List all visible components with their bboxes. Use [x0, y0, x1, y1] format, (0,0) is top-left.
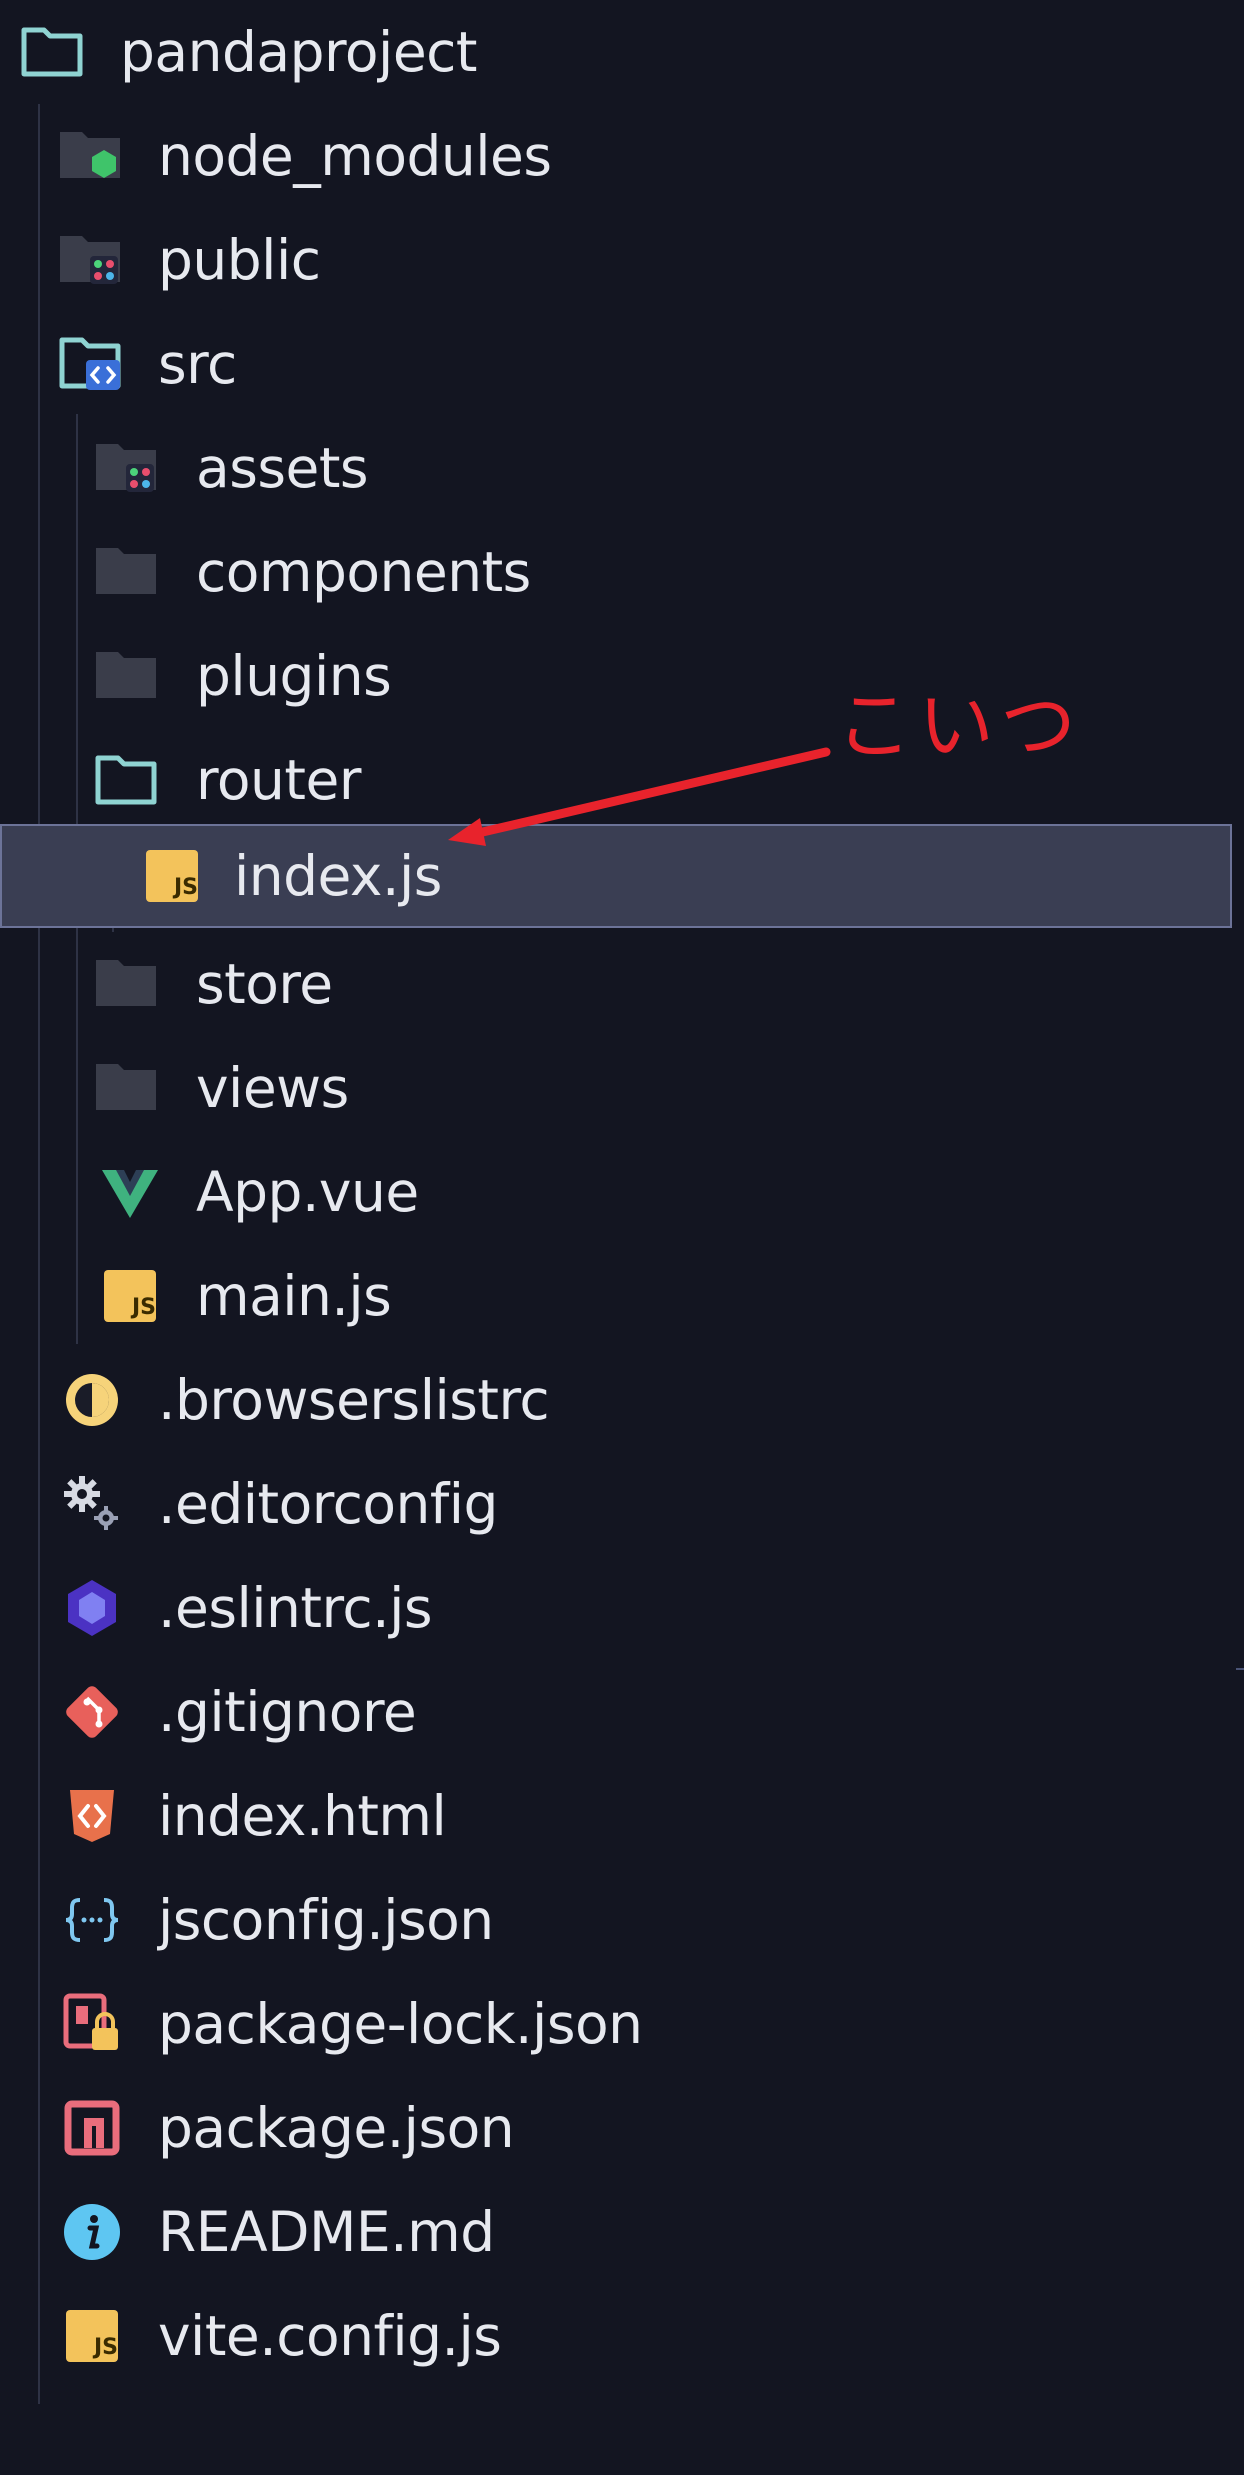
annotation-text: こいつ — [836, 681, 1082, 770]
annotation-arrow — [448, 747, 831, 846]
